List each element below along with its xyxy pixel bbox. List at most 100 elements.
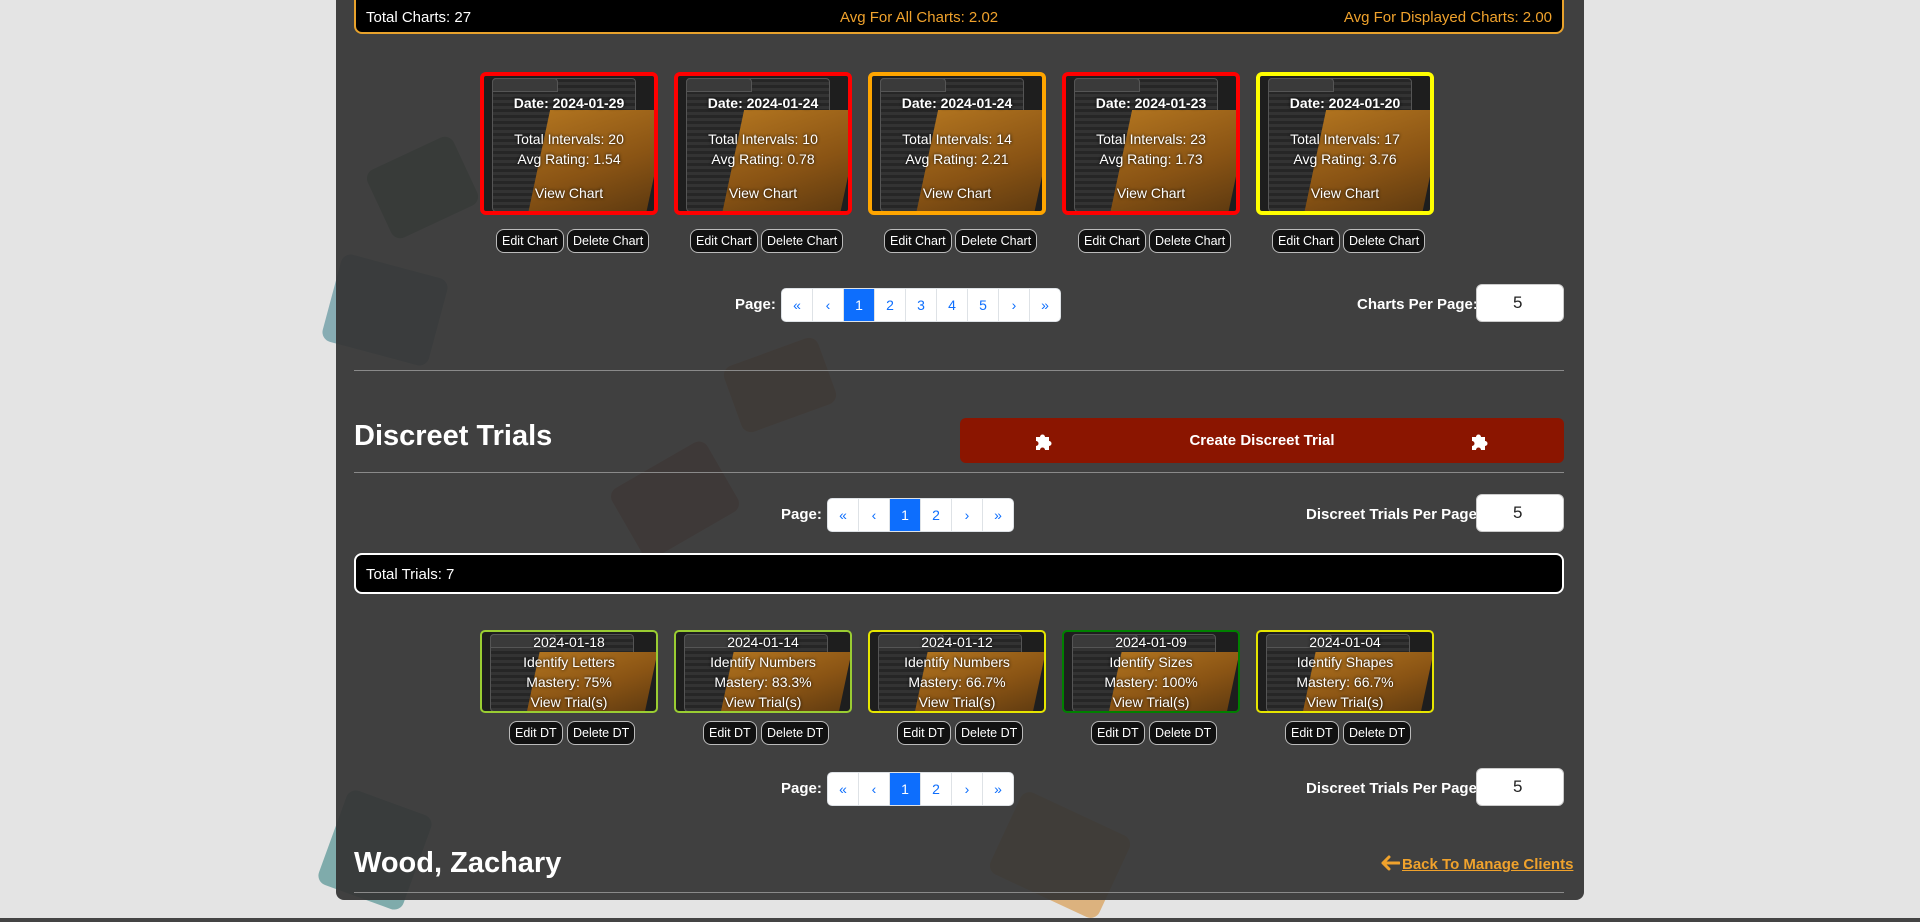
trials-per-page-label-top: Discreet Trials Per Page: xyxy=(1306,506,1482,523)
chart-avg-rating: Avg Rating: 3.76 xyxy=(1293,151,1397,167)
delete-dt-button[interactable]: Delete DT xyxy=(1343,721,1412,745)
page-link[interactable]: ‹ xyxy=(859,499,890,531)
avg-all-charts-text: Avg For All Charts: 2.02 xyxy=(840,9,999,26)
view-trials-link[interactable]: View Trial(s) xyxy=(1064,694,1238,710)
page-link[interactable]: 1 xyxy=(890,773,921,805)
page-link[interactable]: › xyxy=(952,499,983,531)
trial-name: Identify Shapes xyxy=(1296,654,1394,670)
page-link[interactable]: 2 xyxy=(875,289,906,321)
discreet-trial-card[interactable]: 2024-01-09 Identify Sizes Mastery: 100% Vie… xyxy=(1062,630,1240,713)
total-trials-text: Total Trials: 7 xyxy=(366,566,455,583)
discreet-trial-card[interactable]: 2024-01-14 Identify Numbers Mastery: 83.3%… xyxy=(674,630,852,713)
page-link[interactable]: « xyxy=(782,289,813,321)
chart-card[interactable]: Date: 2024-01-24 Total Intervals: 10 Avg R… xyxy=(674,72,852,215)
delete-chart-button[interactable]: Delete Chart xyxy=(1149,229,1232,253)
page-link[interactable]: 1 xyxy=(890,499,921,531)
discreet-trial-card[interactable]: 2024-01-12 Identify Numbers Mastery: 66.7%… xyxy=(868,630,1046,713)
folder-tab xyxy=(880,78,946,92)
view-chart-link[interactable]: View Chart xyxy=(1066,185,1236,201)
view-chart-link[interactable]: View Chart xyxy=(484,185,654,201)
delete-chart-button[interactable]: Delete Chart xyxy=(567,229,650,253)
charts-per-page-input[interactable]: 5 xyxy=(1476,284,1564,322)
charts-per-page-label: Charts Per Page: xyxy=(1357,296,1478,313)
edit-dt-button[interactable]: Edit DT xyxy=(897,721,951,745)
edit-chart-button[interactable]: Edit Chart xyxy=(1078,229,1146,253)
chart-card[interactable]: Date: 2024-01-29 Total Intervals: 20 Avg R… xyxy=(480,72,658,215)
chart-date: Date: 2024-01-24 xyxy=(901,95,1013,111)
view-chart-link[interactable]: View Chart xyxy=(872,185,1042,201)
edit-chart-button[interactable]: Edit Chart xyxy=(1272,229,1340,253)
discreet-trial-card[interactable]: 2024-01-18 Identify Letters Mastery: 75% Vi… xyxy=(480,630,658,713)
chart-card[interactable]: Date: 2024-01-24 Total Intervals: 14 Avg R… xyxy=(868,72,1046,215)
chart-date: Date: 2024-01-29 xyxy=(513,95,625,111)
delete-dt-button[interactable]: Delete DT xyxy=(1149,721,1218,745)
trials-per-page-label-bottom: Discreet Trials Per Page: xyxy=(1306,780,1482,797)
view-trials-link[interactable]: View Trial(s) xyxy=(870,694,1044,710)
total-charts-text: Total Charts: 27 xyxy=(366,9,472,26)
edit-chart-button[interactable]: Edit Chart xyxy=(884,229,952,253)
trials-per-page-input-top[interactable]: 5 xyxy=(1476,494,1564,532)
page-link[interactable]: » xyxy=(983,499,1013,531)
page-link[interactable]: ‹ xyxy=(813,289,844,321)
page-link[interactable]: « xyxy=(828,773,859,805)
total-trials-bar: Total Trials: 7 xyxy=(354,553,1564,594)
chart-date: Date: 2024-01-23 xyxy=(1095,95,1207,111)
section-divider xyxy=(354,370,1564,371)
charts-pagination: «‹ 1 2 3 4 5 ›» xyxy=(781,288,1061,322)
view-trials-link[interactable]: View Trial(s) xyxy=(676,694,850,710)
edit-dt-button[interactable]: Edit DT xyxy=(1285,721,1339,745)
delete-dt-button[interactable]: Delete DT xyxy=(955,721,1024,745)
chart-total-intervals: Total Intervals: 10 xyxy=(708,131,818,147)
delete-chart-button[interactable]: Delete Chart xyxy=(955,229,1038,253)
trial-date: 2024-01-18 xyxy=(533,634,605,650)
page-link[interactable]: › xyxy=(952,773,983,805)
edit-dt-button[interactable]: Edit DT xyxy=(509,721,563,745)
trial-date: 2024-01-12 xyxy=(921,634,993,650)
trial-mastery: Mastery: 66.7% xyxy=(1296,674,1394,690)
folder-tab xyxy=(492,78,558,92)
delete-dt-button[interactable]: Delete DT xyxy=(567,721,636,745)
chart-date: Date: 2024-01-24 xyxy=(707,95,819,111)
chart-avg-rating: Avg Rating: 0.78 xyxy=(711,151,815,167)
edit-chart-button[interactable]: Edit Chart xyxy=(496,229,564,253)
page-link[interactable]: 1 xyxy=(844,289,875,321)
trial-name: Identify Numbers xyxy=(710,654,816,670)
delete-chart-button[interactable]: Delete Chart xyxy=(761,229,844,253)
trial-date: 2024-01-14 xyxy=(727,634,799,650)
chart-card[interactable]: Date: 2024-01-20 Total Intervals: 17 Avg R… xyxy=(1256,72,1434,215)
view-trials-link[interactable]: View Trial(s) xyxy=(1258,694,1432,710)
trials-per-page-input-bottom[interactable]: 5 xyxy=(1476,768,1564,806)
charts-summary-bar: Total Charts: 27 Avg For All Charts: 2.0… xyxy=(354,0,1564,34)
trial-name: Identify Numbers xyxy=(904,654,1010,670)
page-link[interactable]: 5 xyxy=(968,289,999,321)
page-link[interactable]: 2 xyxy=(921,499,952,531)
chart-card[interactable]: Date: 2024-01-23 Total Intervals: 23 Avg R… xyxy=(1062,72,1240,215)
view-chart-link[interactable]: View Chart xyxy=(1260,185,1430,201)
trials-page-label-bottom: Page: xyxy=(781,780,822,797)
view-chart-link[interactable]: View Chart xyxy=(678,185,848,201)
page-link[interactable]: ‹ xyxy=(859,773,890,805)
edit-dt-button[interactable]: Edit DT xyxy=(1091,721,1145,745)
edit-chart-button[interactable]: Edit Chart xyxy=(690,229,758,253)
trial-mastery: Mastery: 66.7% xyxy=(908,674,1006,690)
create-discreet-trial-button[interactable]: Create Discreet Trial xyxy=(960,418,1564,463)
page-link[interactable]: 2 xyxy=(921,773,952,805)
chart-avg-rating: Avg Rating: 2.21 xyxy=(905,151,1009,167)
view-trials-link[interactable]: View Trial(s) xyxy=(482,694,656,710)
delete-dt-button[interactable]: Delete DT xyxy=(761,721,830,745)
page-bottom-bar xyxy=(0,918,1920,922)
edit-dt-button[interactable]: Edit DT xyxy=(703,721,757,745)
page-link[interactable]: › xyxy=(999,289,1030,321)
page-link[interactable]: 4 xyxy=(937,289,968,321)
section-divider xyxy=(354,892,1564,893)
trial-name: Identify Sizes xyxy=(1109,654,1193,670)
back-to-manage-clients-link[interactable]: Back To Manage Clients xyxy=(1380,855,1573,873)
delete-chart-button[interactable]: Delete Chart xyxy=(1343,229,1426,253)
page-link[interactable]: » xyxy=(983,773,1013,805)
page-link[interactable]: 3 xyxy=(906,289,937,321)
trial-date: 2024-01-04 xyxy=(1309,634,1381,650)
page-link[interactable]: » xyxy=(1030,289,1060,321)
page-link[interactable]: « xyxy=(828,499,859,531)
discreet-trial-card[interactable]: 2024-01-04 Identify Shapes Mastery: 66.7% V… xyxy=(1256,630,1434,713)
client-name: Wood, Zachary xyxy=(354,847,562,879)
